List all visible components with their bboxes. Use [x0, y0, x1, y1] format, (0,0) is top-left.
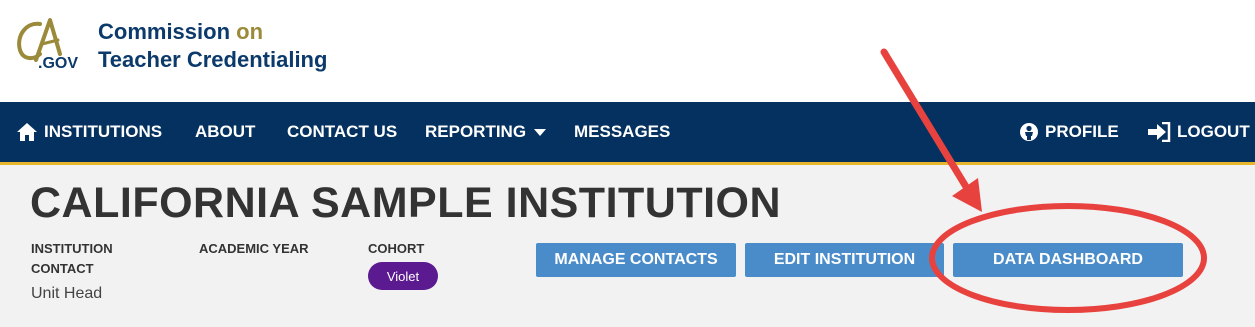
nav-contact-us[interactable]: CONTACT US	[287, 102, 397, 162]
cohort-badge: Violet	[368, 262, 438, 290]
nav-institutions[interactable]: INSTITUTIONS	[16, 102, 162, 162]
nav-reporting-label: REPORTING	[425, 122, 527, 141]
nav-contact-us-label: CONTACT US	[287, 122, 398, 141]
nav-reporting[interactable]: REPORTING	[425, 102, 547, 162]
ca-gov-logo-icon: .GOV	[17, 18, 78, 72]
manage-contacts-button[interactable]: MANAGE CONTACTS	[536, 243, 736, 277]
nav-institutions-label: INSTITUTIONS	[44, 122, 163, 141]
institution-contact-label: INSTITUTION CONTACT	[31, 241, 113, 276]
nav-logout-label: LOGOUT	[1177, 122, 1250, 141]
chevron-down-icon	[534, 128, 547, 136]
academic-year-label: ACADEMIC YEAR	[199, 241, 309, 256]
org-name-line1: Commission on	[98, 19, 264, 44]
nav-profile[interactable]: PROFILE	[1019, 102, 1119, 162]
nav-logout[interactable]: LOGOUT	[1147, 102, 1250, 162]
nav-messages[interactable]: MESSAGES	[574, 102, 670, 162]
main-navbar: INSTITUTIONS ABOUT CONTACT US REPORTING …	[0, 102, 1255, 165]
cohort-label: COHORT	[368, 241, 425, 256]
org-name-line2: Teacher Credentialing	[98, 47, 328, 72]
ca-gov-logo[interactable]: .GOV	[14, 14, 88, 72]
edit-institution-button[interactable]: EDIT INSTITUTION	[745, 243, 944, 277]
page-title: CALIFORNIA SAMPLE INSTITUTION	[30, 179, 782, 227]
sign-out-icon	[1148, 122, 1171, 142]
site-header: .GOV Commission on Teacher Credentialing	[0, 0, 1255, 102]
org-name[interactable]: Commission on Teacher Credentialing	[98, 18, 327, 74]
institution-panel: CALIFORNIA SAMPLE INSTITUTION INSTITUTIO…	[0, 165, 1255, 327]
svg-text:.GOV: .GOV	[38, 55, 78, 72]
nav-about[interactable]: ABOUT	[195, 102, 255, 162]
data-dashboard-button[interactable]: DATA DASHBOARD	[953, 243, 1183, 277]
nav-messages-label: MESSAGES	[574, 122, 671, 141]
institution-contact-value: Unit Head	[31, 285, 103, 302]
nav-about-label: ABOUT	[195, 122, 256, 141]
nav-profile-label: PROFILE	[1045, 122, 1119, 141]
home-icon	[17, 123, 37, 141]
user-circle-icon	[1020, 123, 1038, 141]
